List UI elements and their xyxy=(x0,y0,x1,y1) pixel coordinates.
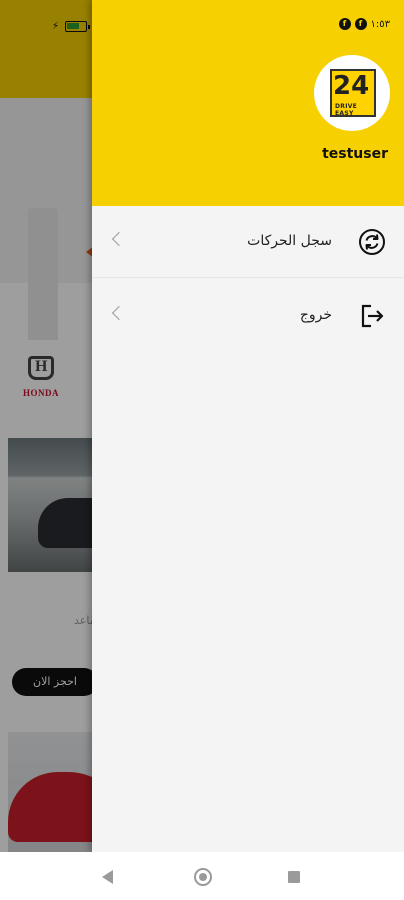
logout-icon xyxy=(361,304,384,328)
logo-mark: 24 DRIVE EASY xyxy=(330,69,376,117)
drawer-header: f f ١:٥٣ 24 DRIVE EASY testuser xyxy=(92,0,404,206)
logo-number: 24 xyxy=(333,71,370,101)
home-icon[interactable] xyxy=(194,868,212,886)
history-sync-icon xyxy=(359,229,385,255)
menu-item-logout[interactable]: خروج xyxy=(92,280,404,352)
chevron-left-icon xyxy=(111,305,127,321)
app-notification-icon: f xyxy=(354,18,367,30)
menu-item-label: سجل الحركات xyxy=(247,233,332,249)
system-nav-bar xyxy=(0,852,404,900)
logo-caption: DRIVE EASY xyxy=(335,103,358,117)
back-icon[interactable] xyxy=(102,870,113,884)
menu-item-label: خروج xyxy=(299,307,332,323)
app-logo: 24 DRIVE EASY xyxy=(314,55,390,131)
chevron-left-icon xyxy=(111,231,127,247)
username: testuser xyxy=(322,146,388,162)
app-notification-icon: f xyxy=(338,18,351,30)
recents-icon[interactable] xyxy=(288,871,300,883)
status-icons-right: f f ١:٥٣ xyxy=(338,18,390,30)
clock: ١:٥٣ xyxy=(370,18,390,30)
navigation-drawer: f f ١:٥٣ 24 DRIVE EASY testuser سجل الحر… xyxy=(92,0,404,852)
menu-item-transaction-history[interactable]: سجل الحركات xyxy=(92,206,404,278)
